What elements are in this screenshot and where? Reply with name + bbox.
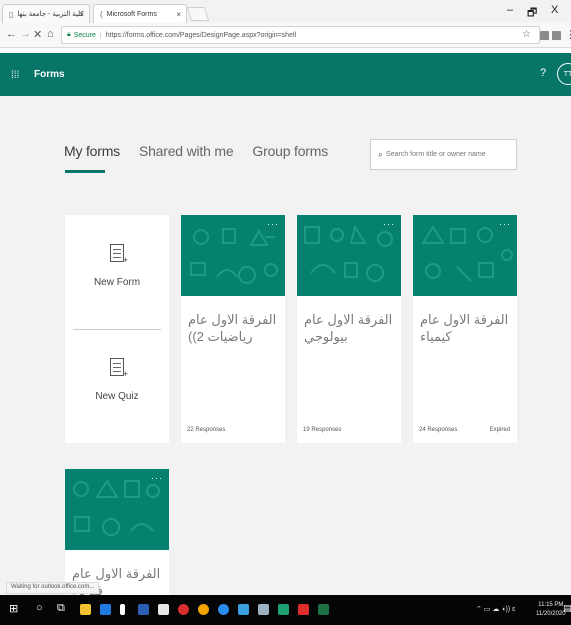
clock-time: 11:15 PM [538,602,564,608]
response-count: 22 Responses [187,427,226,433]
url-separator: | [99,31,102,39]
extension-icon[interactable] [540,31,549,40]
response-count: 19 Responses [303,427,342,433]
new-form-button[interactable]: + New Form [65,244,169,288]
form-title: الفرقة الاول عام كيمياء [420,312,509,344]
response-count: 24 Responses [419,427,458,433]
close-tab-icon[interactable]: × [79,10,84,19]
create-card: + New Form + New Quiz [65,215,169,443]
page-icon: ▯ [9,9,14,19]
main-content: My forms Shared with me Group forms ⌕ Se… [0,96,571,598]
tab-shared-with-me[interactable]: Shared with me [139,143,234,159]
maximize-button[interactable]: 🗗 [527,4,537,23]
search-icon: ⌕ [378,149,384,159]
pdf-icon[interactable] [298,604,309,615]
form-status: Expired [489,427,510,433]
close-tab-icon[interactable]: × [176,10,181,19]
browser-status-bar: Waiting for outlook.office.com... [6,582,100,594]
card-header: ··· [297,215,401,296]
app-icon[interactable] [278,604,289,615]
card-header: ··· [413,215,517,296]
home-icon[interactable]: ⌂ [47,28,54,40]
tab-my-forms[interactable]: My forms [64,143,120,159]
menu-icon[interactable]: ⋮ [565,28,571,41]
forms-tabs: My forms Shared with me Group forms [64,143,328,159]
browser-tab-college[interactable]: ▯ كلية التربية - جامعة بنها × [2,4,90,23]
search-input[interactable]: ⌕ Search form title or owner name [370,139,517,170]
app-launcher-icon[interactable]: ⁞⁞⁞ [11,70,19,81]
avatar[interactable]: TT [557,63,571,85]
new-tab-button[interactable] [186,7,210,21]
help-button[interactable]: ? [540,67,546,79]
app-icon[interactable] [258,604,269,615]
secure-label: Secure [73,31,96,39]
card-header: ··· [181,215,285,296]
more-options-icon[interactable]: ··· [151,473,163,483]
windows-start-icon[interactable]: ⊞ [9,602,18,615]
tab-title: كلية التربية - جامعة بنها [17,11,84,18]
app-icon[interactable] [120,604,125,615]
notification-icon[interactable]: ▤ [563,603,571,614]
url-text: https://forms.office.com/Pages/DesignPag… [105,31,297,39]
form-card[interactable]: ··· الفرقة الاول عام رياضيات 2)) 22 Resp… [181,215,285,443]
url-input[interactable]: 🔒︎ Secure | https://forms.office.com/Pag… [61,26,540,44]
task-view-icon[interactable]: ⧉ [57,602,65,615]
form-title: الفرقة الاول عام رياضيات 2)) [188,312,277,344]
taskbar: ⊞ ○ ⧉ ⌃ ▭ ☁ ◖)) ɛ 11:15 PM 11/20/2020 ▤ [0,595,571,625]
back-arrow-icon[interactable]: ← [6,28,17,40]
browser-tab-forms[interactable]: ( Microsoft Forms × [93,4,187,23]
clock[interactable]: 11:15 PM 11/20/2020 [536,601,566,619]
word-icon[interactable] [138,604,149,615]
chrome-icon[interactable] [198,604,209,615]
excel-icon[interactable] [318,604,329,615]
search-placeholder: Search form title or owner name [386,151,486,158]
forms-tab-icon: ( [100,9,103,19]
minimize-button[interactable]: – [507,4,513,16]
divider [73,329,161,330]
calculator-icon[interactable] [158,604,169,615]
stop-icon[interactable]: ✕ [33,28,42,41]
app-icon[interactable] [238,604,249,615]
forms-header: ⁞⁞⁞ Forms ? TT [0,53,571,96]
system-tray-icons[interactable]: ⌃ ▭ ☁ ◖)) ɛ [476,605,515,613]
new-quiz-icon: + [110,358,128,379]
clock-date: 11/20/2020 [536,611,566,617]
new-quiz-label: New Quiz [95,391,139,402]
more-options-icon[interactable]: ··· [267,219,279,229]
form-card[interactable]: ··· الفرقة الاول عام كيمياء 24 Responses… [413,215,517,443]
file-explorer-icon[interactable] [80,604,91,615]
tab-title: Microsoft Forms [106,10,157,18]
edge-icon[interactable] [100,604,111,615]
new-quiz-button[interactable]: + New Quiz [65,358,169,402]
forward-arrow-icon[interactable]: → [20,28,31,40]
browser-tab-strip: ▯ كلية التربية - جامعة بنها × ( Microsof… [0,0,571,23]
forms-brand[interactable]: Forms [34,69,65,80]
extension-icon[interactable] [552,31,561,40]
form-card[interactable]: ··· الفرقة الاول عام فيزياء [65,469,169,598]
tab-group-forms[interactable]: Group forms [252,143,328,159]
address-bar: ← → ✕ ⌂ 🔒︎ Secure | https://forms.office… [0,23,571,48]
close-window-button[interactable]: X [551,4,558,16]
new-form-label: New Form [93,277,141,288]
search-icon[interactable]: ○ [36,602,43,614]
more-options-icon[interactable]: ··· [383,219,395,229]
form-title: الفرقة الاول عام بيولوجي [304,312,393,344]
active-tab-indicator [65,170,105,173]
more-options-icon[interactable]: ··· [499,219,511,229]
lock-icon: 🔒︎ [67,31,71,38]
browser-icon[interactable] [218,604,229,615]
new-form-icon: + [110,244,128,265]
bookmark-star-icon[interactable]: ☆ [522,29,531,40]
card-header: ··· [65,469,169,550]
form-card[interactable]: ··· الفرقة الاول عام بيولوجي 19 Response… [297,215,401,443]
opera-icon[interactable] [178,604,189,615]
